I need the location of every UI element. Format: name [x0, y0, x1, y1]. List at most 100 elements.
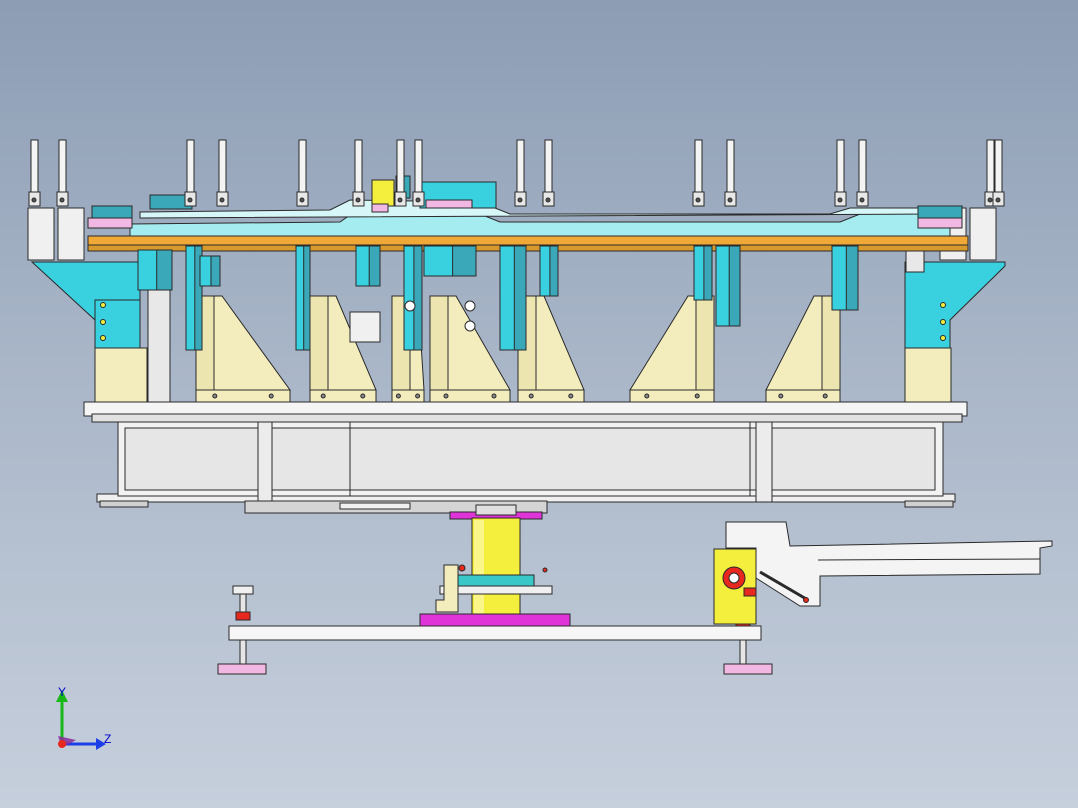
clamp-cylinder	[834, 139, 847, 207]
clamp-arm	[403, 245, 423, 351]
clamp-cylinder	[28, 139, 41, 207]
support-block	[629, 295, 715, 403]
cylinder-rod	[544, 139, 553, 195]
clamp-arm	[831, 245, 859, 311]
triad-origin	[58, 740, 66, 748]
locking-arm	[713, 521, 1053, 625]
pivot-pin	[995, 197, 1001, 203]
clamp-arm	[539, 245, 559, 297]
bolt	[443, 393, 449, 399]
cylinder-rod	[694, 139, 703, 195]
clamp-cylinder	[56, 139, 69, 207]
bolt	[415, 393, 421, 399]
clamp-arm-shade	[728, 245, 741, 327]
pivot-pin	[31, 197, 37, 203]
clamp-arm	[499, 245, 527, 351]
clamp-cylinder	[514, 139, 527, 207]
pivot-pin	[859, 197, 865, 203]
cylinder-rod	[58, 139, 67, 195]
coordinate-triad[interactable]: Y Z	[56, 685, 111, 750]
cad-viewport[interactable]: Y Z	[0, 0, 1078, 808]
support-foot	[309, 389, 377, 403]
pivot-pin	[415, 197, 421, 203]
cylinder-rod	[298, 139, 307, 195]
cylinder-rod	[396, 139, 405, 195]
pivot-pin	[355, 197, 361, 203]
pivot-pin	[517, 197, 523, 203]
clamp-arm-shade	[845, 245, 859, 311]
fixture-model[interactable]: Y Z	[0, 0, 1078, 808]
clamp-cylinder	[412, 139, 425, 207]
support-block	[517, 295, 585, 403]
locator-plate	[349, 311, 381, 343]
support-foot	[429, 389, 511, 403]
clamp-cylinder	[184, 139, 197, 207]
clamp-arm	[423, 245, 477, 277]
cylinder-rod	[986, 139, 995, 195]
support-foot	[629, 389, 715, 403]
clamp-cylinder	[692, 139, 705, 207]
locator-pin	[464, 300, 476, 312]
clamp-arm	[355, 245, 381, 287]
locator-pin	[464, 320, 476, 332]
cylinder-rod	[858, 139, 867, 195]
clamp-cylinder	[352, 139, 365, 207]
pivot-pin	[695, 197, 701, 203]
bolt	[644, 393, 650, 399]
clamp-cylinder	[394, 139, 407, 207]
z-axis-label: Z	[104, 732, 111, 746]
pivot-pin	[727, 197, 733, 203]
pivot-pin	[545, 197, 551, 203]
clamp-arm-shade	[513, 245, 527, 351]
clamp-arm	[693, 245, 713, 301]
locator-pin	[404, 300, 416, 312]
clamp-arm-shade	[703, 245, 713, 301]
cylinder-rod	[186, 139, 195, 195]
clamp-arm-shade	[452, 245, 477, 277]
clamp-arm	[199, 255, 221, 287]
support-block	[765, 295, 841, 403]
clamp-arm	[295, 245, 311, 351]
pivot-pin	[397, 197, 403, 203]
clamp-arm-shade	[549, 245, 559, 297]
pivot-pin	[299, 197, 305, 203]
clamp-arm	[715, 245, 741, 327]
clamp-arm-shade	[413, 245, 423, 351]
bolt	[320, 393, 326, 399]
y-axis-label: Y	[58, 685, 66, 699]
pivot-pin	[187, 197, 193, 203]
support-web	[429, 295, 449, 391]
cylinder-rod	[354, 139, 363, 195]
cylinder-rod	[516, 139, 525, 195]
support-foot	[517, 389, 585, 403]
pivot-pin	[219, 197, 225, 203]
pivot-pin	[59, 197, 65, 203]
clamp-cylinder	[542, 139, 555, 207]
support-block	[195, 295, 291, 403]
cylinder-rod	[218, 139, 227, 195]
bolt	[360, 393, 366, 399]
cylinder-rod	[994, 139, 1003, 195]
clamp-cylinder	[992, 139, 1005, 207]
bolt	[395, 393, 401, 399]
support-block	[429, 295, 511, 403]
support-foot	[195, 389, 291, 403]
clamp-arm-shade	[210, 255, 221, 287]
bolt	[778, 393, 784, 399]
support-foot	[765, 389, 841, 403]
bolt	[822, 393, 828, 399]
bolt	[212, 393, 218, 399]
bolt	[268, 393, 274, 399]
cylinder-rod	[836, 139, 845, 195]
support-web	[309, 295, 329, 391]
pivot-pin	[837, 197, 843, 203]
cylinder-rod	[726, 139, 735, 195]
clamp-arm-shade	[156, 249, 173, 291]
bolt	[694, 393, 700, 399]
rotary-column	[419, 504, 571, 629]
clamp-cylinder	[724, 139, 737, 207]
bolt	[568, 393, 574, 399]
bolt	[491, 393, 497, 399]
support-web	[695, 295, 715, 391]
clamp-arm-shade	[368, 245, 381, 287]
